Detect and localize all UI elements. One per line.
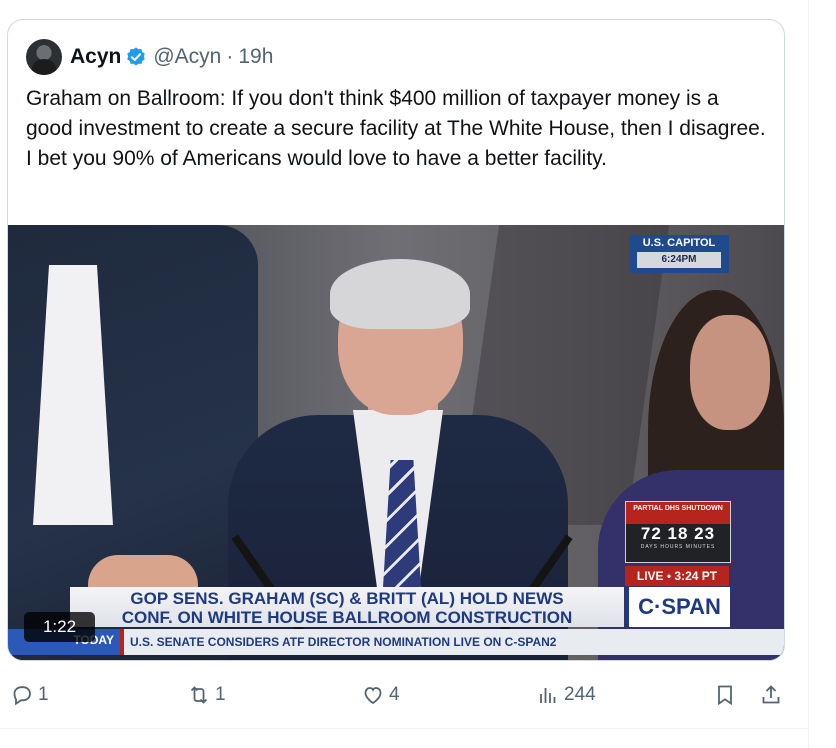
location-label: U.S. CAPITOL: [642, 237, 716, 249]
tweet-action-bar: 1 1 4 244: [0, 680, 808, 710]
news-ticker: TODAY U.S. SENATE CONSIDERS ATF DIRECTOR…: [8, 629, 784, 655]
location-bug: U.S. CAPITOL 6:24PM: [629, 235, 729, 273]
like-button[interactable]: 4: [361, 680, 400, 710]
ticker-text: U.S. SENATE CONSIDERS ATF DIRECTOR NOMIN…: [130, 635, 557, 649]
shutdown-title: PARTIAL DHS SHUTDOWN: [626, 502, 730, 524]
views-button[interactable]: 244: [536, 680, 596, 710]
location-time: 6:24PM: [637, 252, 721, 268]
repost-icon: [190, 686, 208, 704]
verified-badge-icon: [127, 47, 146, 66]
network-logo: C·SPAN: [626, 587, 730, 627]
bookmark-icon: [718, 685, 732, 706]
share-button[interactable]: [759, 680, 783, 710]
shutdown-counts: 72 18 23: [640, 524, 716, 543]
shutdown-counter: PARTIAL DHS SHUTDOWN 72 18 23 DAYS HOURS…: [625, 501, 731, 563]
share-icon: [762, 685, 780, 704]
avatar[interactable]: [26, 39, 62, 75]
video-duration: 1:22: [24, 612, 95, 642]
meta-separator: ·: [226, 45, 234, 68]
quoted-tweet-text: Graham on Ballroom: If you don't think $…: [26, 87, 766, 170]
news-chyron: GOP SENS. GRAHAM (SC) & BRITT (AL) HOLD …: [70, 587, 624, 627]
views-count: 244: [564, 684, 596, 705]
post-time[interactable]: 19h: [238, 45, 273, 69]
like-icon: [364, 687, 382, 705]
chyron-line-2: CONF. ON WHITE HOUSE BALLROOM CONSTRUCTI…: [121, 608, 573, 627]
right-gutter: [809, 0, 836, 748]
repost-count: 1: [215, 684, 226, 705]
chyron-line-1: GOP SENS. GRAHAM (SC) & BRITT (AL) HOLD …: [130, 589, 564, 608]
author-handle[interactable]: @Acyn: [153, 45, 221, 69]
bookmark-button[interactable]: [713, 680, 737, 710]
views-icon: [540, 688, 556, 703]
author-name[interactable]: Acyn: [70, 45, 121, 69]
shutdown-units: DAYS HOURS MINUTES: [640, 544, 716, 550]
like-count: 4: [389, 684, 400, 705]
reply-icon: [13, 686, 31, 706]
quoted-tweet-card[interactable]: Acyn @Acyn · 19h Graham on Ballroom: If …: [7, 19, 785, 661]
quoted-tweet-header: Acyn @Acyn · 19h: [26, 39, 273, 75]
repost-button[interactable]: 1: [187, 680, 226, 710]
reply-button[interactable]: 1: [10, 680, 49, 710]
video-player[interactable]: U.S. CAPITOL 6:24PM PARTIAL DHS SHUTDOWN…: [8, 225, 784, 660]
tweet-divider: [0, 728, 808, 729]
reply-count: 1: [38, 684, 49, 705]
live-badge: LIVE • 3:24 PT: [625, 566, 729, 586]
